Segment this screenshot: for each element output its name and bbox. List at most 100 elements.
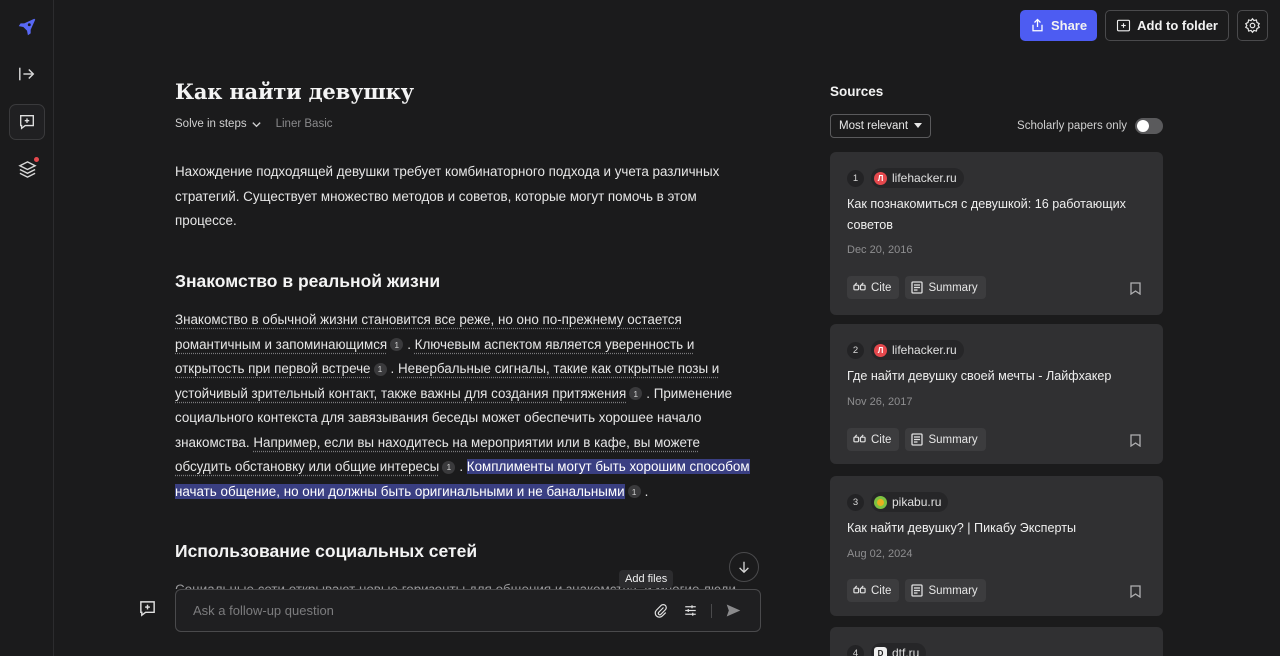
source-date: Dec 20, 2016 xyxy=(847,244,913,256)
source-actions: Cite Summary xyxy=(847,428,986,451)
source-card[interactable]: 4 D dtf.ru xyxy=(830,627,1163,656)
document-icon xyxy=(911,281,924,294)
summary-button[interactable]: Summary xyxy=(905,276,986,299)
cite-label: Cite xyxy=(871,433,892,446)
source-domain-chip[interactable]: Л lifehacker.ru xyxy=(871,340,964,360)
citation-badge[interactable]: 1 xyxy=(442,460,456,474)
folder-plus-icon xyxy=(1117,19,1131,32)
bookmark-icon[interactable] xyxy=(1130,434,1141,447)
favicon-icon: D xyxy=(874,646,887,656)
gear-icon xyxy=(1244,17,1261,34)
left-rail xyxy=(0,0,54,656)
rocket-logo-icon[interactable] xyxy=(9,9,45,45)
text: . xyxy=(459,459,467,474)
notification-dot xyxy=(34,157,39,162)
document-icon xyxy=(911,584,924,597)
source-domain: pikabu.ru xyxy=(892,495,942,509)
scholarly-label: Scholarly papers only xyxy=(1017,120,1127,132)
paperclip-icon[interactable] xyxy=(645,603,675,618)
favicon-icon: Л xyxy=(874,343,887,357)
section-heading: Использование социальных сетей xyxy=(175,541,478,561)
bookmark-icon[interactable] xyxy=(1130,282,1141,295)
summary-label: Summary xyxy=(928,584,978,597)
source-title[interactable]: Где найти девушку своей мечты - Лайфхаке… xyxy=(847,366,1147,387)
add-to-folder-label: Add to folder xyxy=(1137,18,1218,33)
sliders-icon[interactable] xyxy=(675,603,705,618)
quote-icon xyxy=(853,434,866,443)
citation-badge[interactable]: 1 xyxy=(629,387,643,401)
top-toolbar: Share Add to folder xyxy=(1019,10,1268,41)
chevron-down-icon xyxy=(251,121,261,127)
article: Как найти девушку Solve in steps Liner B… xyxy=(175,0,765,656)
source-actions: Cite Summary xyxy=(847,579,986,602)
source-header: 1 Л lifehacker.ru xyxy=(847,168,964,188)
divider xyxy=(711,603,712,618)
source-number: 2 xyxy=(847,341,864,359)
text: . xyxy=(407,336,415,352)
section-paragraph: Знакомство в обычной жизни становится вс… xyxy=(175,308,755,504)
section-heading: Знакомство в реальной жизни xyxy=(175,271,441,291)
intro-paragraph: Нахождение подходящей девушки требует ко… xyxy=(175,164,720,228)
source-actions: Cite Summary xyxy=(847,276,986,299)
summary-button[interactable]: Summary xyxy=(905,428,986,451)
sort-label: Most relevant xyxy=(839,120,909,132)
source-card[interactable]: 2 Л lifehacker.ru Где найти девушку свое… xyxy=(830,324,1163,464)
source-header: 2 Л lifehacker.ru xyxy=(847,340,964,360)
settings-button[interactable] xyxy=(1237,10,1268,41)
new-thread-icon[interactable] xyxy=(138,599,157,623)
caret-down-icon xyxy=(914,123,923,128)
new-thread-icon[interactable] xyxy=(9,104,45,140)
source-domain-chip[interactable]: Л lifehacker.ru xyxy=(871,168,964,188)
library-layers-icon[interactable] xyxy=(9,151,45,187)
source-domain-chip[interactable]: D dtf.ru xyxy=(871,643,927,656)
source-domain: lifehacker.ru xyxy=(892,343,957,357)
cite-label: Cite xyxy=(871,584,892,597)
add-files-tooltip: Add files xyxy=(619,570,674,588)
arrow-down-icon xyxy=(739,561,749,574)
add-to-folder-button[interactable]: Add to folder xyxy=(1105,10,1229,41)
source-header: 3 pikabu.ru xyxy=(847,492,949,512)
page-title: Как найти девушку xyxy=(175,79,414,104)
cite-button[interactable]: Cite xyxy=(847,276,900,299)
source-title[interactable]: Как найти девушку? | Пикабу Эксперты xyxy=(847,518,1147,539)
sort-dropdown[interactable]: Most relevant xyxy=(830,114,932,138)
follow-up-composer xyxy=(175,589,761,632)
citation-badge[interactable]: 1 xyxy=(390,338,404,352)
send-icon[interactable] xyxy=(718,602,748,619)
sources-title: Sources xyxy=(830,84,884,99)
document-icon xyxy=(911,433,924,446)
text: . xyxy=(644,483,649,499)
citation-badge[interactable]: 1 xyxy=(373,362,387,376)
answer-meta: Solve in steps Liner Basic xyxy=(175,118,333,130)
source-domain-chip[interactable]: pikabu.ru xyxy=(871,492,949,512)
source-number: 1 xyxy=(847,169,864,187)
quote-icon xyxy=(853,282,866,291)
source-card[interactable]: 1 Л lifehacker.ru Как познакомиться с де… xyxy=(830,152,1163,315)
scroll-down-button[interactable] xyxy=(729,552,759,582)
scholarly-toggle[interactable] xyxy=(1135,118,1163,134)
source-title[interactable]: Как познакомиться с девушкой: 16 работаю… xyxy=(847,194,1147,235)
expand-sidebar-icon[interactable] xyxy=(9,56,45,92)
cite-button[interactable]: Cite xyxy=(847,579,900,602)
favicon-icon xyxy=(874,495,887,509)
bookmark-icon[interactable] xyxy=(1130,585,1141,598)
source-card[interactable]: 3 pikabu.ru Как найти девушку? | Пикабу … xyxy=(830,476,1163,616)
summary-button[interactable]: Summary xyxy=(905,579,986,602)
summary-label: Summary xyxy=(928,281,978,294)
share-icon xyxy=(1032,18,1043,32)
source-domain: lifehacker.ru xyxy=(892,171,957,185)
mode-label: Solve in steps xyxy=(175,118,247,130)
source-domain: dtf.ru xyxy=(892,646,920,656)
source-number: 3 xyxy=(847,493,864,511)
model-label: Liner Basic xyxy=(275,118,333,130)
cite-button[interactable]: Cite xyxy=(847,428,900,451)
cite-label: Cite xyxy=(871,281,892,294)
mode-dropdown[interactable]: Solve in steps xyxy=(175,118,262,130)
share-button[interactable]: Share xyxy=(1019,10,1098,41)
follow-up-input[interactable] xyxy=(176,603,645,618)
text: . xyxy=(390,361,398,376)
scholarly-filter: Scholarly papers only xyxy=(1017,118,1163,134)
source-date: Nov 26, 2017 xyxy=(847,396,913,408)
citation-badge[interactable]: 1 xyxy=(627,485,641,499)
source-number: 4 xyxy=(847,644,864,656)
